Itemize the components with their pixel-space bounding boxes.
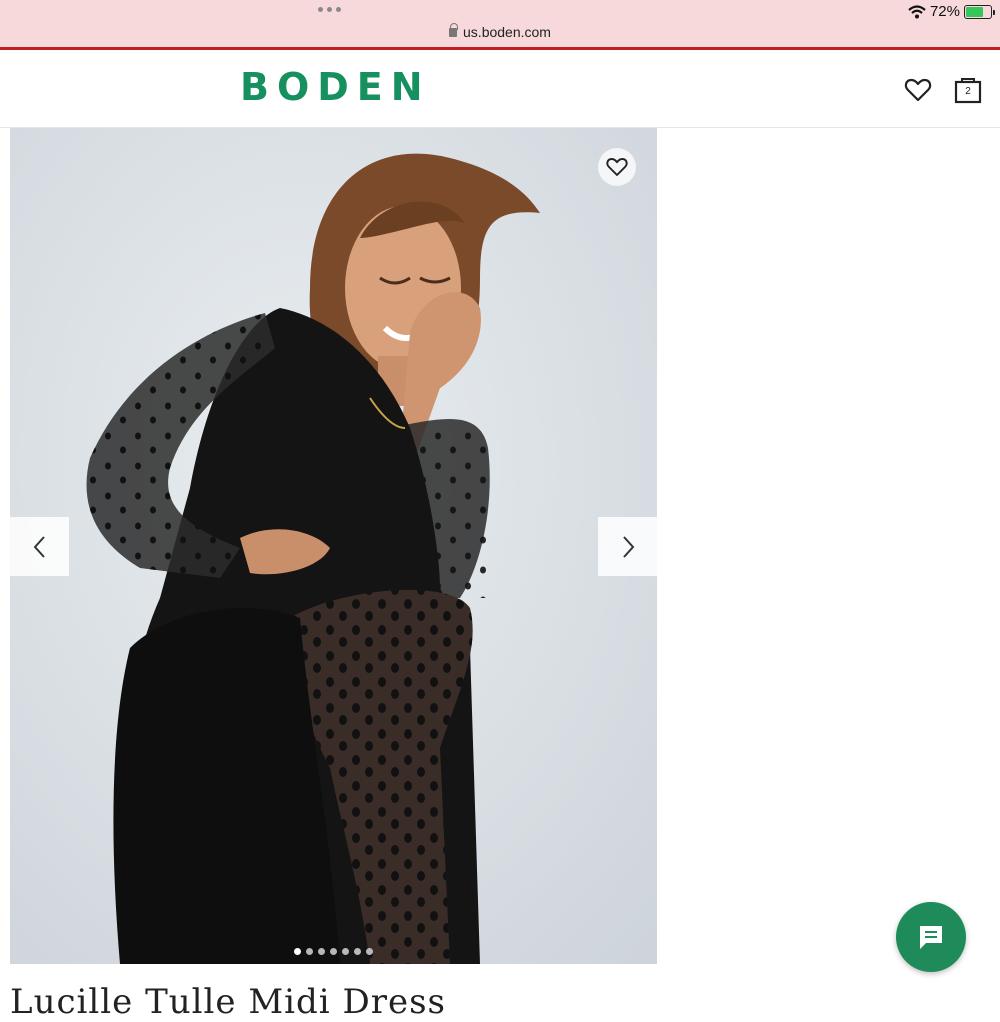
chat-bubble-icon xyxy=(920,926,942,949)
browser-bar: us.boden.com 72% xyxy=(0,0,1000,50)
pagination-dot[interactable] xyxy=(354,948,361,955)
battery-percent: 72% xyxy=(929,3,960,20)
pagination-dot[interactable] xyxy=(366,948,373,955)
pagination-dot[interactable] xyxy=(342,948,349,955)
pagination-dot[interactable] xyxy=(306,948,313,955)
lock-icon xyxy=(449,23,459,37)
chevron-right-icon xyxy=(622,535,634,558)
tab-overview-dots[interactable] xyxy=(318,7,341,12)
gallery-pagination xyxy=(10,948,657,955)
product-photo xyxy=(10,128,657,964)
live-chat-button[interactable] xyxy=(896,902,966,972)
shopping-bag-button[interactable]: 2 xyxy=(953,75,983,105)
product-image-gallery[interactable] xyxy=(10,128,657,964)
pagination-dot[interactable] xyxy=(294,948,301,955)
bag-count: 2 xyxy=(965,86,971,97)
heart-icon xyxy=(606,158,628,176)
address-bar[interactable]: us.boden.com xyxy=(0,23,1000,40)
battery-icon xyxy=(964,4,995,19)
heart-icon xyxy=(904,78,932,102)
wifi-icon xyxy=(908,4,926,18)
site-header: BODEN 2 xyxy=(0,53,1000,128)
previous-image-button[interactable] xyxy=(10,517,69,576)
pagination-dot[interactable] xyxy=(330,948,337,955)
add-to-wishlist-button[interactable] xyxy=(598,148,636,186)
chevron-left-icon xyxy=(33,535,45,558)
boden-logo[interactable]: BODEN xyxy=(240,65,431,109)
url-text: us.boden.com xyxy=(463,24,551,40)
wishlist-button[interactable] xyxy=(903,75,933,105)
status-bar: 72% xyxy=(908,3,995,20)
product-title: Lucille Tulle Midi Dress xyxy=(10,982,446,1022)
next-image-button[interactable] xyxy=(598,517,657,576)
pagination-dot[interactable] xyxy=(318,948,325,955)
